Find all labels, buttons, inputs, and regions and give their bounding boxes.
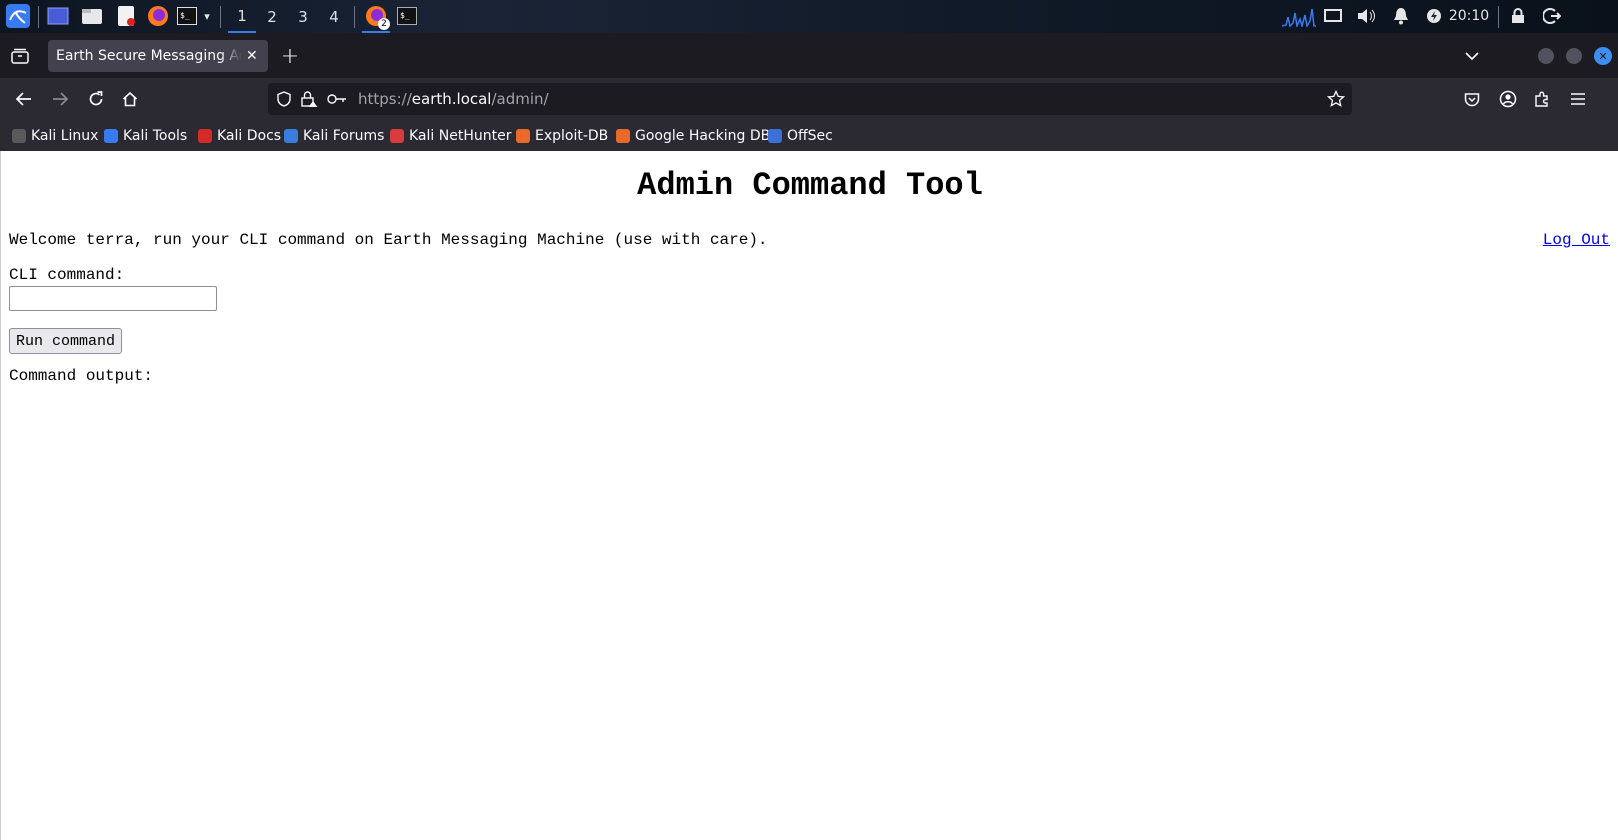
reload-icon[interactable] <box>84 87 108 111</box>
bookmark-label: Kali NetHunter <box>409 127 512 144</box>
minimize-window-button[interactable] <box>1538 48 1554 64</box>
bookmark-favicon-icon <box>516 128 530 143</box>
bookmark-favicon-icon <box>616 128 630 143</box>
display-icon[interactable] <box>1322 4 1344 28</box>
bookmark-label: Google Hacking DB <box>635 127 771 144</box>
browser-tab-active[interactable]: Earth Secure Messaging Admin ✕ <box>48 40 268 72</box>
bookmark-label: Kali Docs <box>217 127 282 144</box>
cpu-graph-icon <box>1282 4 1316 28</box>
text-editor-icon[interactable] <box>114 4 138 28</box>
url-bar[interactable]: https://earth.local/admin/ <box>268 83 1352 115</box>
welcome-message: Welcome terra, run your CLI command on E… <box>9 231 768 249</box>
cli-command-label: CLI command: <box>9 266 125 284</box>
volume-icon[interactable] <box>1356 4 1378 28</box>
bookmark-kali-docs[interactable]: Kali Docs <box>198 120 281 151</box>
close-window-button[interactable]: ✕ <box>1594 47 1612 65</box>
svg-text:$_: $_ <box>400 11 410 20</box>
list-tabs-chevron-icon[interactable] <box>1460 44 1484 68</box>
chevron-down-icon[interactable]: ▾ <box>200 4 214 28</box>
bookmark-favicon-icon <box>104 128 118 143</box>
notification-bell-icon[interactable] <box>1390 4 1412 28</box>
close-tab-icon[interactable]: ✕ <box>246 48 258 64</box>
bookmark-favicon-icon <box>390 128 404 143</box>
bookmark-favicon-icon <box>198 128 212 143</box>
bookmark-favicon-icon <box>768 128 782 143</box>
key-icon[interactable] <box>326 89 348 109</box>
cli-command-input[interactable] <box>9 286 217 311</box>
bookmark-exploit-db[interactable]: Exploit-DB <box>516 120 608 151</box>
workspace-3-button[interactable]: 3 <box>289 0 317 33</box>
workspace-2-button[interactable]: 2 <box>258 0 286 33</box>
clock[interactable]: 20:10 <box>1448 4 1490 28</box>
bookmark-offsec[interactable]: OffSec <box>768 120 833 151</box>
new-tab-icon[interactable]: + <box>278 44 302 69</box>
window-count-badge: 2 <box>378 18 390 30</box>
bookmark-favicon-icon <box>12 128 26 143</box>
terminal-taskbar-icon[interactable]: $_ <box>396 4 418 28</box>
svg-text:$_: $_ <box>180 11 190 20</box>
tab-overview-icon[interactable] <box>8 44 32 68</box>
bookmark-google-hacking-db[interactable]: Google Hacking DB <box>616 120 770 151</box>
forward-arrow-icon <box>48 87 72 111</box>
tracking-protection-shield-icon[interactable] <box>274 89 294 109</box>
page-title: Admin Command Tool <box>637 167 983 204</box>
bookmark-kali-nethunter[interactable]: Kali NetHunter <box>390 120 511 151</box>
page-content: Admin Command Tool Welcome terra, run yo… <box>0 151 1618 840</box>
account-icon[interactable] <box>1496 87 1520 111</box>
kali-menu-icon[interactable] <box>4 4 32 28</box>
maximize-window-button[interactable] <box>1566 48 1582 64</box>
firefox-taskbar-icon[interactable]: 2 <box>362 4 390 30</box>
bookmark-star-icon[interactable] <box>1326 89 1346 109</box>
terminal-icon[interactable]: $_ <box>176 4 198 28</box>
show-desktop-icon[interactable] <box>46 4 70 28</box>
command-output-label: Command output: <box>9 367 154 385</box>
home-icon[interactable] <box>118 87 142 111</box>
extensions-puzzle-icon[interactable] <box>1530 87 1554 111</box>
bookmark-label: Exploit-DB <box>535 127 609 144</box>
bookmark-favicon-icon <box>284 128 298 143</box>
lock-screen-icon[interactable] <box>1508 4 1528 28</box>
power-manager-icon[interactable] <box>1424 4 1444 28</box>
back-arrow-icon[interactable] <box>12 87 36 111</box>
browser-tab-bar: Earth Secure Messaging Admin ✕ + ✕ <box>0 33 1618 78</box>
menu-hamburger-icon[interactable] <box>1566 87 1590 111</box>
workspace-1-button[interactable]: 1 <box>228 0 256 33</box>
firefox-icon[interactable] <box>146 4 170 28</box>
workspace-4-button[interactable]: 4 <box>320 0 348 33</box>
file-manager-icon[interactable] <box>80 4 104 28</box>
run-command-button[interactable]: Run command <box>9 328 123 354</box>
logout-icon[interactable] <box>1540 4 1564 28</box>
bookmark-kali-tools[interactable]: Kali Tools <box>104 120 187 151</box>
bookmark-kali-linux[interactable]: Kali Linux <box>12 120 98 151</box>
bookmark-label: Kali Linux <box>31 127 99 144</box>
bookmarks-toolbar: Kali Linux Kali Tools Kali Docs Kali Forums… <box>0 120 1618 151</box>
tab-title: Earth Secure Messaging Admin <box>56 48 242 64</box>
log-out-link[interactable]: Log Out <box>1543 231 1610 249</box>
pocket-icon[interactable] <box>1460 87 1484 111</box>
desktop-panel: $_ ▾ 1234 2 $_ 20:10 <box>0 0 1618 33</box>
bookmark-label: Kali Forums <box>303 127 385 144</box>
bookmark-label: Kali Tools <box>123 127 188 144</box>
url-text[interactable]: https://earth.local/admin/ <box>358 90 549 108</box>
bookmark-label: OffSec <box>787 127 833 144</box>
bookmark-kali-forums[interactable]: Kali Forums <box>284 120 384 151</box>
browser-nav-bar: https://earth.local/admin/ <box>0 78 1618 120</box>
insecure-lock-icon[interactable] <box>300 89 320 109</box>
